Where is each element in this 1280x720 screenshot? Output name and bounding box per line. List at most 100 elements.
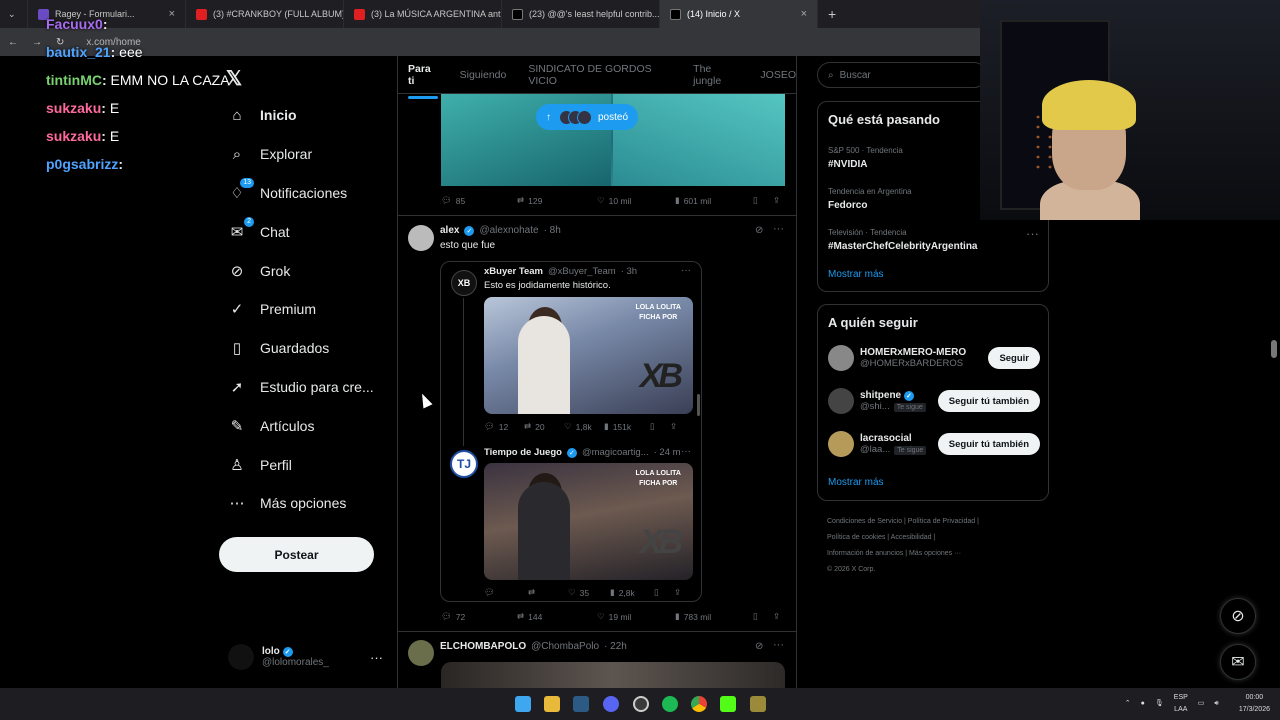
language-indicator[interactable]: ESP LAA bbox=[1174, 692, 1188, 716]
game-icon[interactable] bbox=[750, 696, 766, 712]
avatar[interactable] bbox=[828, 431, 854, 457]
author-handle[interactable]: @xBuyer_Team bbox=[548, 266, 616, 277]
avatar[interactable]: XB bbox=[451, 270, 477, 296]
post-button[interactable]: Postear bbox=[219, 537, 374, 572]
views-button[interactable]: ▮ 601 mil bbox=[675, 195, 753, 206]
reply-button[interactable]: 💬︎ 72 bbox=[441, 611, 517, 622]
footer-line[interactable]: Información de anuncios | Más opciones ·… bbox=[827, 546, 1047, 562]
trend-item[interactable]: Tendencia en Argentina Fedorco bbox=[828, 187, 912, 211]
sidebar-item-inicio[interactable]: ⌂ Inicio bbox=[218, 96, 374, 135]
follow-button[interactable]: Seguir bbox=[988, 347, 1040, 369]
show-more-link[interactable]: Mostrar más bbox=[828, 477, 884, 488]
more-icon[interactable]: ··· bbox=[681, 265, 691, 276]
avatar[interactable] bbox=[828, 345, 854, 371]
tab-the-jungle[interactable]: The jungle bbox=[693, 63, 738, 87]
sidebar-item-artículos[interactable]: ✎ Artículos bbox=[218, 406, 374, 445]
views-button[interactable]: ▮ 151k bbox=[604, 421, 650, 432]
sidebar-item-estudio[interactable]: ➚ Estudio para cre... bbox=[218, 368, 374, 407]
share-icon[interactable]: ⇪ bbox=[773, 611, 780, 622]
avatar[interactable] bbox=[408, 640, 434, 666]
tray-chevron-icon[interactable]: ⌃ bbox=[1125, 698, 1131, 710]
more-icon[interactable]: ··· bbox=[773, 639, 784, 651]
close-icon[interactable]: × bbox=[801, 8, 807, 20]
views-button[interactable]: ▮ 2,8k bbox=[610, 587, 654, 598]
more-icon[interactable]: ··· bbox=[681, 446, 691, 457]
windows-start-icon[interactable] bbox=[515, 696, 531, 712]
tray-app-icon[interactable]: ● bbox=[1141, 698, 1145, 710]
steam-icon[interactable] bbox=[573, 696, 589, 712]
sidebar-item-más[interactable]: ⋯ Más opciones bbox=[218, 484, 374, 523]
sidebar-item-chat[interactable]: ✉ 2 Chat bbox=[218, 212, 374, 251]
author-handle[interactable]: @alexnohate bbox=[479, 225, 538, 236]
scroll-thumb[interactable] bbox=[697, 394, 700, 416]
sidebar-item-notificaciones[interactable]: ♢ 13 Notificaciones bbox=[218, 174, 374, 213]
obs-icon[interactable] bbox=[633, 696, 649, 712]
author-name[interactable]: ELCHOMBAPOLO bbox=[440, 641, 526, 652]
post-time[interactable]: · 22h bbox=[604, 641, 627, 652]
avatar[interactable]: TJ bbox=[450, 450, 478, 478]
show-more-link[interactable]: Mostrar más bbox=[828, 269, 884, 280]
chrome-icon[interactable] bbox=[691, 696, 707, 712]
sidebar-item-guardados[interactable]: ▯ Guardados bbox=[218, 329, 374, 368]
like-button[interactable]: ♡ 35 bbox=[568, 587, 610, 598]
follow-button[interactable]: Seguir tú también bbox=[937, 433, 1040, 455]
footer-line[interactable]: Política de cookies | Accesibilidad | bbox=[827, 530, 1047, 546]
sidebar-item-perfil[interactable]: ♙ Perfil bbox=[218, 445, 374, 484]
like-button[interactable]: ♡ 19 mil bbox=[597, 611, 675, 622]
kick-icon[interactable] bbox=[720, 696, 736, 712]
post-time[interactable]: · 3h bbox=[621, 266, 637, 277]
author-handle[interactable]: @ChombaPolo bbox=[531, 641, 599, 652]
quote-image[interactable]: LOLA LOLITA FICHA POR XB bbox=[484, 463, 693, 580]
tab-para-ti[interactable]: Para ti bbox=[408, 63, 438, 99]
spotify-icon[interactable] bbox=[662, 696, 678, 712]
bookmark-icon[interactable]: ▯ bbox=[753, 611, 773, 622]
grok-icon[interactable]: ⊘ bbox=[755, 641, 763, 652]
follow-suggestion[interactable]: HOMERxMERO-MERO @HOMERxBARDEROS Seguir bbox=[828, 343, 1040, 373]
browser-tab[interactable]: (23) @@'s least helpful contrib...× bbox=[502, 0, 660, 28]
volume-icon[interactable]: 🔊︎ bbox=[1214, 698, 1218, 710]
quote-image[interactable]: LOLA LOLITA FICHA POR XB bbox=[484, 297, 693, 414]
avatar[interactable] bbox=[828, 388, 854, 414]
browser-tab[interactable]: (3) La MÚSICA ARGENTINA anti...× bbox=[344, 0, 502, 28]
bookmark-icon[interactable]: ▯ bbox=[654, 587, 674, 598]
post-time[interactable]: · 8h bbox=[544, 225, 561, 236]
like-button[interactable]: ♡ 1,8k bbox=[564, 421, 604, 432]
mic-icon[interactable]: 🎙︎ bbox=[1155, 698, 1164, 710]
new-tab-button[interactable]: + bbox=[818, 0, 848, 28]
reply-button[interactable]: 💬︎ 12 bbox=[484, 421, 524, 432]
reply-button[interactable]: 💬︎ 85 bbox=[441, 195, 517, 206]
follow-button[interactable]: Seguir tú también bbox=[937, 390, 1040, 412]
reply-button[interactable]: 💬︎ bbox=[484, 587, 528, 598]
file-explorer-icon[interactable] bbox=[544, 696, 560, 712]
like-button[interactable]: ♡ 10 mil bbox=[597, 195, 675, 206]
author-name[interactable]: Tiempo de Juego bbox=[484, 447, 562, 458]
forward-icon[interactable]: → bbox=[32, 37, 42, 48]
avatar[interactable] bbox=[408, 225, 434, 251]
follow-suggestion[interactable]: lacrasocial @laa... Te sigue Seguir tú tamb… bbox=[828, 429, 1040, 459]
page-scrollbar[interactable] bbox=[1271, 340, 1277, 358]
bookmark-icon[interactable]: ▯ bbox=[650, 421, 670, 432]
trend-item[interactable]: S&P 500 · Tendencia #NVIDIA bbox=[828, 146, 903, 170]
repost-button[interactable]: ⇄ 144 bbox=[517, 611, 597, 622]
more-icon[interactable]: ··· bbox=[1026, 226, 1039, 241]
author-handle[interactable]: @magicoartig... bbox=[582, 447, 649, 458]
footer-line[interactable]: Condiciones de Servicio | Política de Pr… bbox=[827, 514, 1047, 530]
new-posts-pill[interactable]: ↑ posteó bbox=[536, 104, 639, 130]
suggestion-name[interactable]: lacrasocial bbox=[860, 433, 926, 444]
share-icon[interactable]: ⇪ bbox=[674, 587, 681, 598]
search-input[interactable]: ⌕ Buscar bbox=[817, 62, 987, 88]
tab-siguiendo[interactable]: Siguiendo bbox=[460, 69, 507, 81]
trend-item[interactable]: Televisión · Tendencia #MasterChefCelebri… bbox=[828, 228, 977, 252]
views-button[interactable]: ▮ 783 mil bbox=[675, 611, 753, 622]
account-more-icon[interactable]: ··· bbox=[370, 650, 383, 665]
clock[interactable]: 00:00 17/3/2026 bbox=[1239, 692, 1270, 716]
sidebar-item-premium[interactable]: ✓ Premium bbox=[218, 290, 374, 329]
grok-float-button[interactable]: ⊘ bbox=[1220, 598, 1256, 634]
more-icon[interactable]: ··· bbox=[773, 223, 784, 235]
discord-icon[interactable] bbox=[603, 696, 619, 712]
repost-button[interactable]: ⇄ bbox=[528, 587, 568, 598]
post-image[interactable] bbox=[441, 662, 785, 688]
bookmark-icon[interactable]: ▯ bbox=[753, 195, 773, 206]
tab-list-dropdown[interactable]: ⌄ bbox=[0, 0, 28, 28]
sidebar-item-explorar[interactable]: ⌕ Explorar bbox=[218, 135, 374, 174]
